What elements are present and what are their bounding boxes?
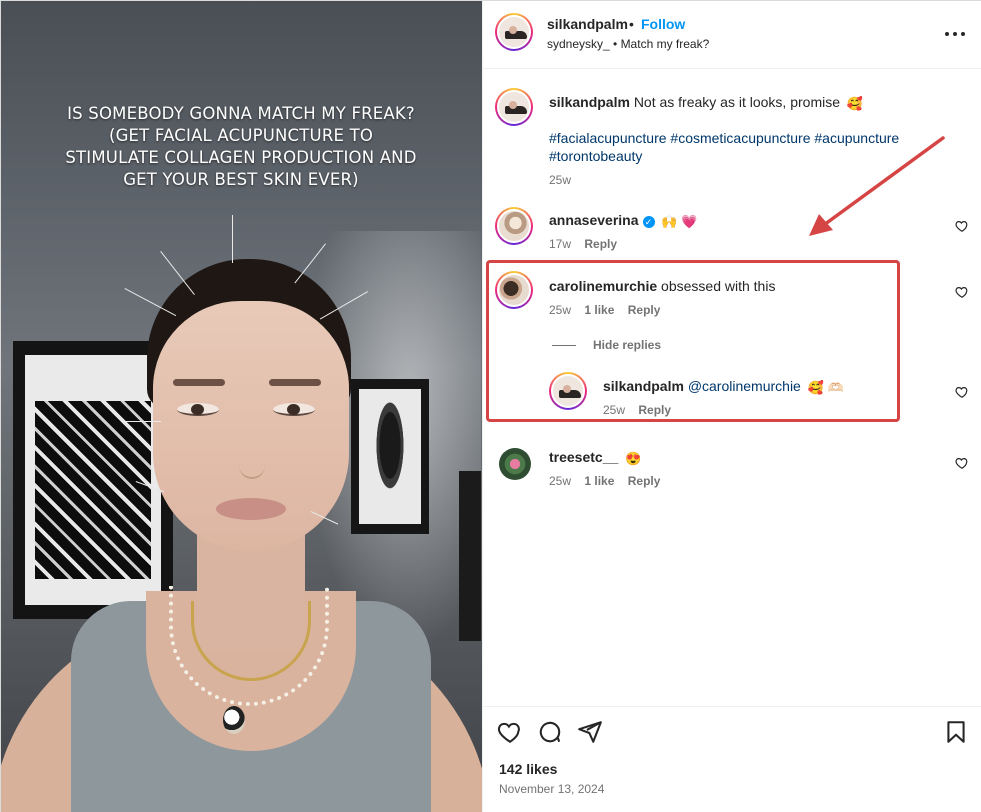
- follow-button[interactable]: Follow: [641, 16, 685, 32]
- wall-art-edge: [459, 471, 481, 641]
- caption-text: Not as freaky as it looks, promise: [633, 94, 840, 110]
- like-comment-heart-icon[interactable]: [955, 285, 969, 299]
- comment-meta: 25w 1 like Reply: [549, 474, 660, 488]
- author-username[interactable]: silkandpalm: [547, 16, 628, 32]
- header-separator: •: [629, 16, 634, 32]
- caption-time: 25w: [549, 173, 572, 187]
- left-eye: [177, 403, 219, 416]
- reply-button[interactable]: Reply: [628, 474, 661, 488]
- reply-button[interactable]: Reply: [584, 237, 617, 251]
- comment-username[interactable]: annaseverina: [549, 212, 639, 228]
- caption-line: IS SOMEBODY GONNA MATCH MY FREAK?: [67, 104, 415, 123]
- bookmark-icon[interactable]: [943, 719, 969, 745]
- right-brow: [269, 379, 321, 386]
- share-icon[interactable]: [577, 719, 603, 745]
- post-media[interactable]: IS SOMEBODY GONNA MATCH MY FREAK? (GET F…: [1, 1, 482, 812]
- post-caption: silkandpalm Not as freaky as it looks, p…: [549, 93, 959, 113]
- post-header: silkandpalm • Follow sydneysky_ • Match …: [483, 1, 981, 69]
- instagram-post-window: IS SOMEBODY GONNA MATCH MY FREAK? (GET F…: [0, 0, 981, 812]
- wall-art-right: [351, 379, 429, 534]
- commenter-avatar[interactable]: [495, 207, 533, 245]
- caption-username[interactable]: silkandpalm: [549, 94, 630, 110]
- acupuncture-needle: [121, 421, 161, 422]
- comment-emoji: 🙌 💗: [661, 214, 698, 229]
- like-reply-heart-icon[interactable]: [955, 385, 969, 399]
- comment-likes[interactable]: 1 like: [584, 474, 614, 488]
- like-comment-heart-icon[interactable]: [955, 219, 969, 233]
- caption-author-avatar[interactable]: [495, 88, 533, 126]
- left-brow: [173, 379, 225, 386]
- caption-line: (GET FACIAL ACUPUNCTURE TO: [108, 126, 374, 145]
- yin-yang-pendant: [223, 706, 245, 734]
- more-options-icon[interactable]: [943, 23, 967, 47]
- acupuncture-needle: [232, 215, 233, 263]
- comment-time: 25w: [549, 474, 572, 488]
- right-eye: [273, 403, 315, 416]
- nose: [239, 431, 265, 479]
- verified-badge-icon: ✓: [642, 216, 655, 228]
- comment-emoji: 😍: [625, 451, 642, 466]
- annotation-arrow-icon: [809, 136, 945, 236]
- commenter-avatar[interactable]: [499, 448, 531, 480]
- comment-time: 17w: [549, 237, 572, 251]
- comments-section: silkandpalm Not as freaky as it looks, p…: [483, 70, 981, 706]
- audio-attribution[interactable]: sydneysky_ • Match my freak?: [547, 37, 709, 51]
- post-actions-bar: 142 likes November 13, 2024: [483, 706, 981, 812]
- post-side-panel: silkandpalm • Follow sydneysky_ • Match …: [482, 1, 981, 812]
- lips: [216, 498, 286, 520]
- caption-emoji: 🥰: [846, 96, 864, 111]
- comment-icon[interactable]: [537, 719, 563, 745]
- like-count[interactable]: 142 likes: [499, 761, 557, 777]
- caption-line: STIMULATE COLLAGEN PRODUCTION AND: [65, 148, 417, 167]
- heart-icon[interactable]: [497, 719, 523, 745]
- video-caption-overlay: IS SOMEBODY GONNA MATCH MY FREAK? (GET F…: [31, 103, 451, 191]
- comment-meta: 17w Reply: [549, 237, 617, 251]
- comment-body: annaseverina ✓ 🙌 💗: [549, 211, 697, 231]
- comment-body: treesetc__ 😍: [549, 448, 641, 468]
- annotation-highlight-box: [486, 260, 900, 422]
- caption-line: GET YOUR BEST SKIN EVER): [123, 170, 359, 189]
- like-comment-heart-icon[interactable]: [955, 456, 969, 470]
- author-avatar[interactable]: [495, 13, 533, 51]
- post-date: November 13, 2024: [499, 782, 605, 796]
- comment-username[interactable]: treesetc__: [549, 449, 618, 465]
